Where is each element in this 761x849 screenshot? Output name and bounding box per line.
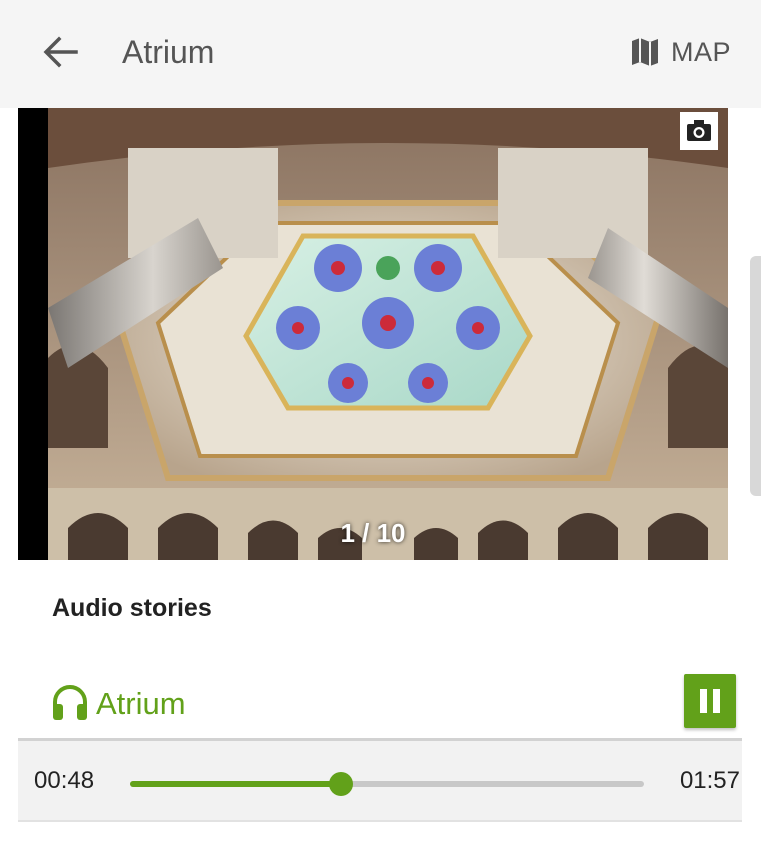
- seek-bar-progress: [130, 781, 341, 787]
- map-label: MAP: [670, 36, 731, 67]
- back-button[interactable]: [36, 28, 84, 76]
- headphones-icon: [53, 685, 87, 720]
- pause-icon: [700, 689, 720, 713]
- pause-button[interactable]: [684, 674, 736, 728]
- map-icon: [631, 38, 658, 66]
- camera-icon: [687, 120, 711, 141]
- drawer-handle[interactable]: [750, 256, 761, 496]
- map-button[interactable]: MAP: [629, 30, 731, 74]
- seek-bar-thumb[interactable]: [328, 772, 353, 796]
- atrium-photo: [48, 108, 728, 560]
- app-bar: Atrium MAP: [0, 0, 761, 108]
- gallery-counter: 1 / 10: [340, 518, 406, 548]
- time-total: 01:57: [679, 767, 740, 794]
- page-title: Atrium: [122, 34, 215, 70]
- audio-stories-heading: Audio stories: [52, 594, 212, 622]
- time-current: 00:48: [34, 767, 95, 794]
- seek-bar[interactable]: [130, 772, 644, 796]
- audio-player: 00:48 01:57: [18, 738, 742, 822]
- audio-track-title[interactable]: Atrium: [96, 686, 186, 722]
- audio-track-row[interactable]: Atrium: [18, 666, 742, 738]
- arrow-left-icon: [43, 36, 78, 68]
- camera-button[interactable]: [680, 112, 718, 150]
- photo-gallery[interactable]: 1 / 10: [18, 108, 728, 560]
